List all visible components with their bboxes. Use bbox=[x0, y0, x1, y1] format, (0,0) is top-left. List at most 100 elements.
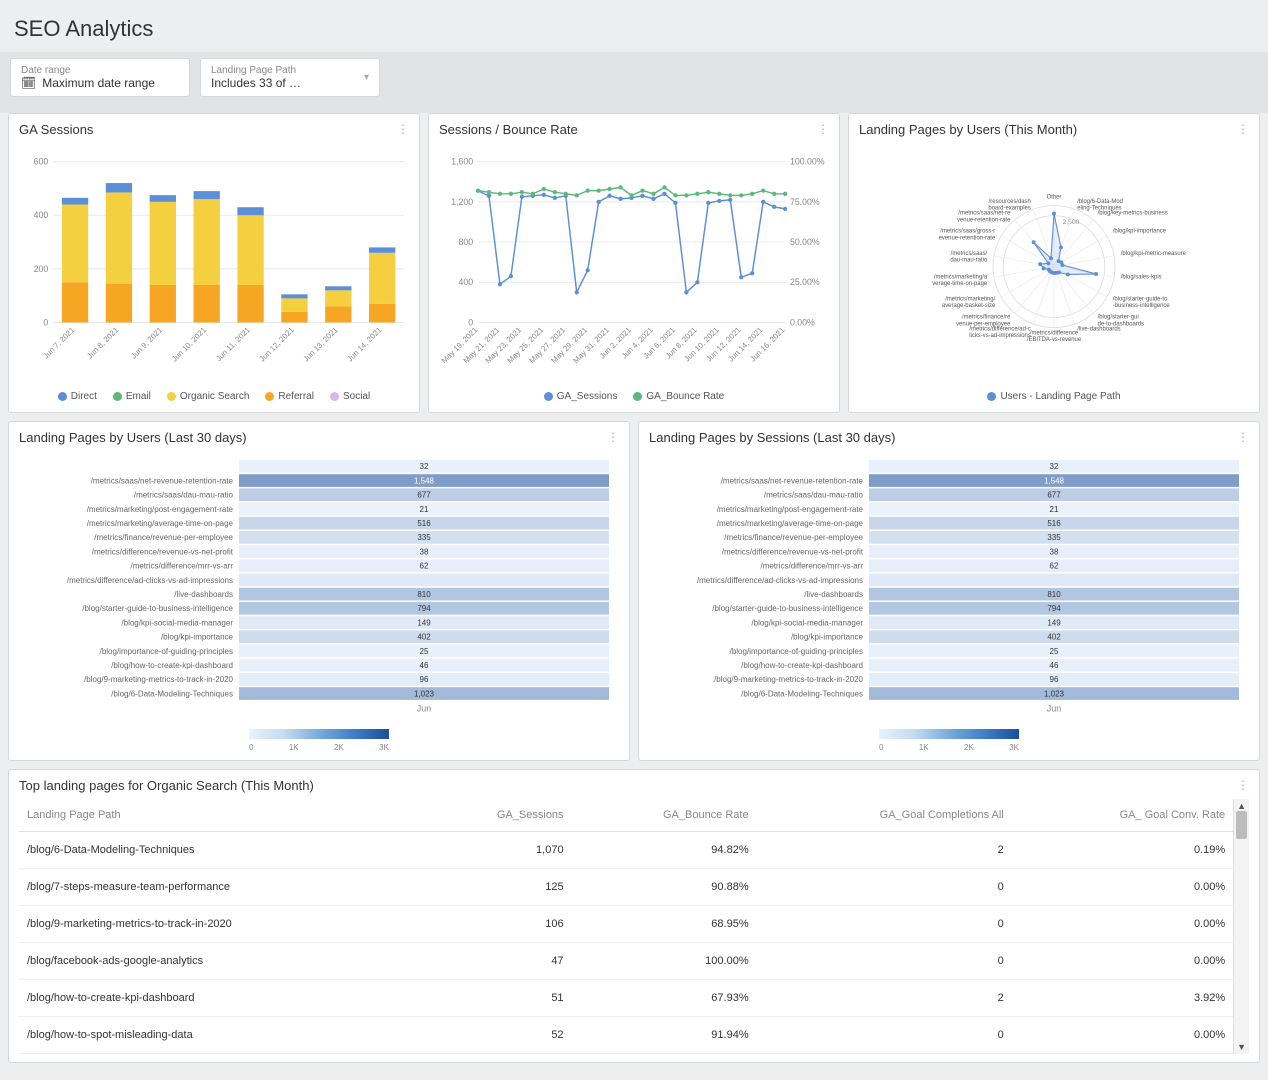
scrollbar[interactable]: ▲ ▼ bbox=[1233, 799, 1249, 1054]
scroll-up-icon[interactable]: ▲ bbox=[1237, 801, 1246, 811]
svg-text:46: 46 bbox=[420, 661, 429, 670]
svg-text:62: 62 bbox=[420, 562, 429, 571]
svg-text:/metrics/difference/mrr-vs-arr: /metrics/difference/mrr-vs-arr bbox=[760, 562, 863, 571]
svg-text:/metrics/saas/net-revenue-rete: /metrics/saas/net-revenue-retention-rate bbox=[91, 476, 234, 485]
organic-table: Landing Page PathGA_SessionsGA_Bounce Ra… bbox=[19, 799, 1233, 1054]
svg-text:1,200: 1,200 bbox=[451, 197, 473, 207]
column-header[interactable]: Landing Page Path bbox=[19, 799, 421, 832]
svg-text:/live-dashboards: /live-dashboards bbox=[1077, 326, 1120, 332]
svg-text:Jun 7, 2021: Jun 7, 2021 bbox=[41, 325, 76, 360]
svg-text:75.00%: 75.00% bbox=[790, 197, 820, 207]
legend-item: Organic Search bbox=[167, 391, 249, 402]
svg-text:/blog/kpi-importance: /blog/kpi-importance bbox=[791, 633, 864, 642]
sessions-bounce-legend: GA_Sessions GA_Bounce Rate bbox=[439, 385, 829, 404]
filter-value: Maximum date range bbox=[42, 76, 155, 90]
svg-text:/metrics/saas/dau-mau-ratio: /metrics/saas/dau-mau-ratio bbox=[764, 491, 864, 500]
svg-text:/blog/kpi-importance: /blog/kpi-importance bbox=[1113, 229, 1167, 235]
svg-text:25.00%: 25.00% bbox=[790, 277, 820, 287]
svg-text:/blog/kpi-importance: /blog/kpi-importance bbox=[161, 633, 234, 642]
svg-text:/metrics/saas/dau-mau-ratio: /metrics/saas/dau-mau-ratio bbox=[134, 491, 234, 500]
ga-sessions-legend: DirectEmailOrganic SearchReferralSocial bbox=[19, 385, 409, 404]
svg-text:/blog/starter-guide-to-busines: /blog/starter-guide-to-business-intellig… bbox=[82, 604, 233, 613]
svg-text:0.00%: 0.00% bbox=[790, 317, 815, 327]
svg-text:/metrics/marketing/post-engage: /metrics/marketing/post-engagement-rate bbox=[87, 505, 234, 514]
svg-text:/blog/importance-of-guiding-pr: /blog/importance-of-guiding-principles bbox=[100, 647, 233, 656]
svg-text:Jun 12, 2021: Jun 12, 2021 bbox=[258, 325, 296, 363]
table-row[interactable]: /blog/9-marketing-metrics-to-track-in-20… bbox=[19, 906, 1233, 943]
svg-text:25: 25 bbox=[420, 647, 429, 656]
page-title: SEO Analytics bbox=[0, 0, 1268, 52]
heatmap-sessions: 32/metrics/saas/net-revenue-retention-ra… bbox=[649, 451, 1249, 725]
svg-text:400: 400 bbox=[34, 210, 49, 220]
svg-text:1,548: 1,548 bbox=[1044, 476, 1065, 485]
panel-title: Landing Pages by Users (This Month) bbox=[859, 122, 1249, 137]
svg-text:/blog/9-marketing-metrics-to-t: /blog/9-marketing-metrics-to-track-in-20… bbox=[714, 675, 863, 684]
svg-text:/blog/kpi-social-media-manager: /blog/kpi-social-media-manager bbox=[751, 618, 863, 627]
svg-text:600: 600 bbox=[34, 157, 49, 167]
more-icon[interactable]: ⋮ bbox=[1237, 778, 1249, 792]
more-icon[interactable]: ⋮ bbox=[607, 430, 619, 444]
panel-ga-sessions: GA Sessions ⋮ 0200400600Jun 7, 2021Jun 8… bbox=[8, 113, 420, 413]
svg-text:/blog/starter-guide-to-busines: /blog/starter-guide-to-business-intellig… bbox=[1113, 296, 1171, 309]
table-row[interactable]: /blog/facebook-ads-google-analytics47100… bbox=[19, 943, 1233, 980]
svg-text:46: 46 bbox=[1050, 661, 1059, 670]
column-header[interactable]: GA_ Goal Conv. Rate bbox=[1012, 799, 1233, 832]
panel-title: Top landing pages for Organic Search (Th… bbox=[19, 778, 1249, 793]
svg-text:400: 400 bbox=[458, 277, 473, 287]
svg-text:21: 21 bbox=[1050, 505, 1059, 514]
svg-text:96: 96 bbox=[1050, 675, 1059, 684]
svg-text:/blog/how-to-create-kpi-dashbo: /blog/how-to-create-kpi-dashboard bbox=[741, 661, 863, 670]
svg-text:62: 62 bbox=[1050, 562, 1059, 571]
svg-text:Jun 8, 2021: Jun 8, 2021 bbox=[85, 325, 120, 360]
panel-heat-sessions: Landing Pages by Sessions (Last 30 days)… bbox=[638, 421, 1260, 761]
svg-text:/blog/9-marketing-metrics-to-t: /blog/9-marketing-metrics-to-track-in-20… bbox=[84, 675, 233, 684]
svg-text:/blog/kpi-metric-measure: /blog/kpi-metric-measure bbox=[1121, 251, 1187, 257]
svg-text:32: 32 bbox=[1050, 462, 1059, 471]
panel-organic: Top landing pages for Organic Search (Th… bbox=[8, 769, 1260, 1063]
svg-text:/metrics/saas/gross-revenue-re: /metrics/saas/gross-revenue-retention-ra… bbox=[939, 229, 996, 242]
svg-text:149: 149 bbox=[417, 618, 431, 627]
filter-landing-page[interactable]: Landing Page Path Includes 33 of … ▾ bbox=[200, 58, 380, 97]
svg-text:/metrics/difference/mrr-vs-arr: /metrics/difference/mrr-vs-arr bbox=[130, 562, 233, 571]
svg-text:1,600: 1,600 bbox=[451, 157, 473, 167]
svg-text:/metrics/marketing/average-tim: /metrics/marketing/average-time-on-page bbox=[932, 274, 988, 287]
filter-date-range[interactable]: Date range 🗓Maximum date range bbox=[10, 58, 190, 97]
radar-chart: 2,500Other/blog/6-Data-Modeling-Techniqu… bbox=[859, 143, 1249, 385]
svg-text:0: 0 bbox=[43, 317, 48, 327]
column-header[interactable]: GA_Sessions bbox=[421, 799, 572, 832]
table-row[interactable]: /blog/7-steps-measure-team-performance12… bbox=[19, 869, 1233, 906]
panel-radar: Landing Pages by Users (This Month) ⋮ 2,… bbox=[848, 113, 1260, 413]
svg-text:/blog/kpi-social-media-manager: /blog/kpi-social-media-manager bbox=[121, 618, 233, 627]
legend-item: Social bbox=[330, 391, 370, 402]
panel-title: Landing Pages by Sessions (Last 30 days) bbox=[649, 430, 1249, 445]
svg-text:/metrics/difference/ad-clicks-: /metrics/difference/ad-clicks-vs-ad-impr… bbox=[697, 576, 863, 585]
svg-text:38: 38 bbox=[1050, 547, 1059, 556]
svg-text:21: 21 bbox=[420, 505, 429, 514]
table-row[interactable]: /blog/how-to-spot-misleading-data5291.94… bbox=[19, 1017, 1233, 1054]
more-icon[interactable]: ⋮ bbox=[397, 122, 409, 136]
svg-text:Jun 11, 2021: Jun 11, 2021 bbox=[214, 325, 252, 363]
svg-text:1,548: 1,548 bbox=[414, 476, 435, 485]
more-icon[interactable]: ⋮ bbox=[817, 122, 829, 136]
panel-title: Sessions / Bounce Rate bbox=[439, 122, 829, 137]
filter-bar: Date range 🗓Maximum date range Landing P… bbox=[0, 52, 1268, 113]
svg-text:1,023: 1,023 bbox=[414, 689, 435, 698]
svg-text:/blog/6-Data-Modeling-Techniqu: /blog/6-Data-Modeling-Techniques bbox=[1077, 199, 1123, 212]
column-header[interactable]: GA_Bounce Rate bbox=[572, 799, 757, 832]
legend-item: Direct bbox=[58, 391, 97, 402]
svg-text:/metrics/saas/net-revenue-rete: /metrics/saas/net-revenue-retention-rate bbox=[957, 211, 1011, 224]
scroll-down-icon[interactable]: ▼ bbox=[1237, 1042, 1246, 1052]
table-row[interactable]: /blog/6-Data-Modeling-Techniques1,07094.… bbox=[19, 832, 1233, 869]
svg-text:/metrics/marketing/post-engage: /metrics/marketing/post-engagement-rate bbox=[717, 505, 864, 514]
svg-text:402: 402 bbox=[417, 633, 431, 642]
gradient-legend: 01K2K3K bbox=[649, 729, 1249, 752]
calendar-icon: 🗓 bbox=[21, 76, 36, 90]
table-row[interactable]: /blog/how-to-create-kpi-dashboard5167.93… bbox=[19, 980, 1233, 1017]
panel-heat-users: Landing Pages by Users (Last 30 days) ⋮ … bbox=[8, 421, 630, 761]
column-header[interactable]: GA_Goal Completions All bbox=[757, 799, 1012, 832]
svg-text:794: 794 bbox=[417, 604, 431, 613]
svg-text:/metrics/saas/net-revenue-rete: /metrics/saas/net-revenue-retention-rate bbox=[721, 476, 864, 485]
svg-text:800: 800 bbox=[458, 237, 473, 247]
more-icon[interactable]: ⋮ bbox=[1237, 122, 1249, 136]
more-icon[interactable]: ⋮ bbox=[1237, 430, 1249, 444]
